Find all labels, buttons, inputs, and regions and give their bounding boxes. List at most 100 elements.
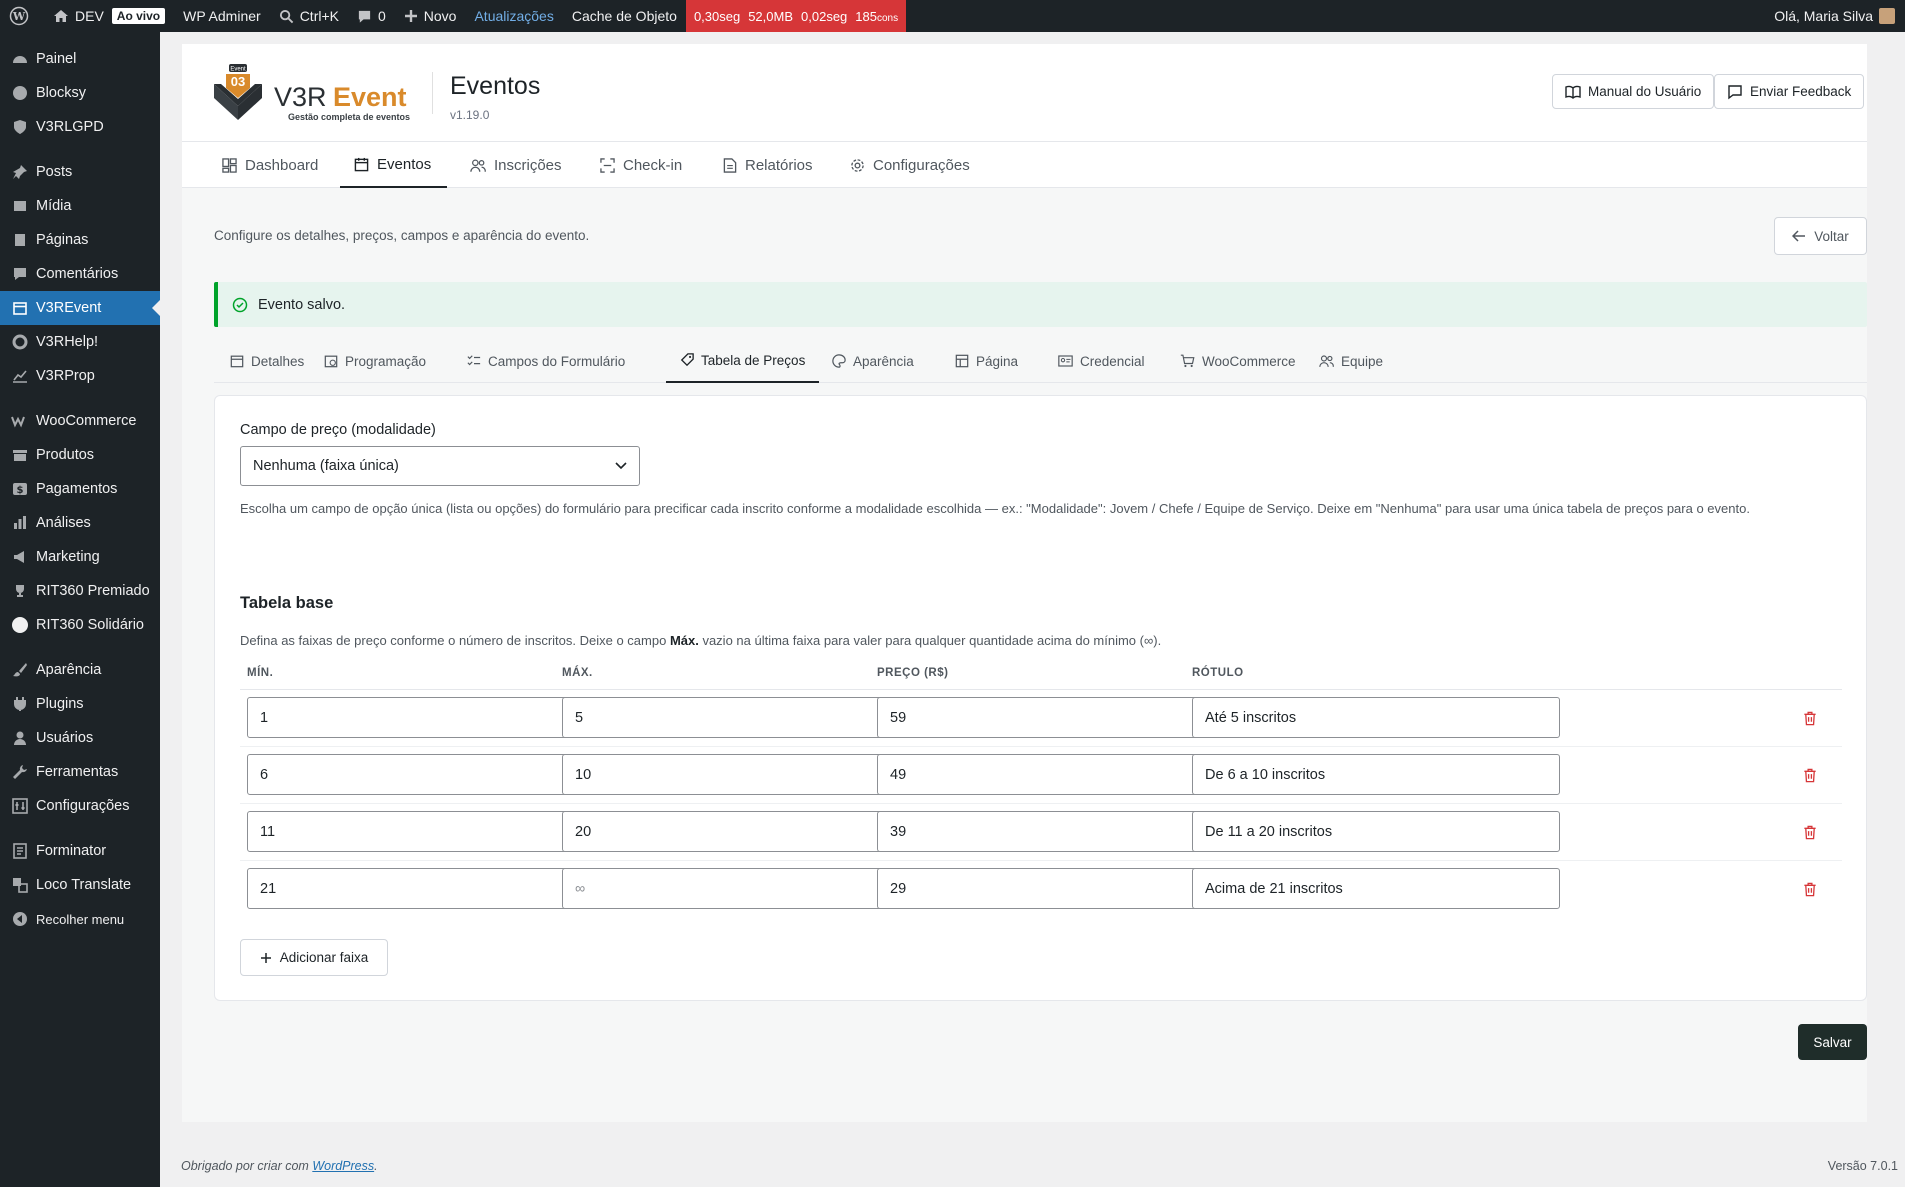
sidebar-item-blocksy[interactable]: Blocksy xyxy=(0,76,160,110)
wp-adminer-label: WP Adminer xyxy=(183,8,261,24)
sidebar-item-produtos[interactable]: Produtos xyxy=(0,438,160,472)
subtab-detalhes[interactable]: Detalhes xyxy=(222,339,312,383)
user-manual-button[interactable]: Manual do Usuário xyxy=(1552,74,1715,109)
price-field-select[interactable]: Nenhuma (faixa única) xyxy=(240,446,640,486)
min-input[interactable] xyxy=(247,868,615,909)
sidebar-item-comentarios[interactable]: Comentários xyxy=(0,257,160,291)
subtab-credencial[interactable]: Credencial xyxy=(1050,339,1153,383)
sidebar-item-usuarios[interactable]: Usuários xyxy=(0,721,160,755)
object-cache-link[interactable]: Cache de Objeto xyxy=(563,0,686,32)
sidebar-item-analises[interactable]: Análises xyxy=(0,506,160,540)
sidebar-item-v3rlgpd[interactable]: V3RLGPD xyxy=(0,110,160,144)
v3revent-logo[interactable]: Event 03 V3R Event Gestão completa de ev… xyxy=(212,62,422,128)
subtab-programacao[interactable]: Programação xyxy=(316,339,434,383)
sidebar-item-pagamentos[interactable]: $ Pagamentos xyxy=(0,472,160,506)
sidebar-item-label: Posts xyxy=(36,164,73,180)
label-input[interactable] xyxy=(1192,868,1560,909)
tab-configuracoes[interactable]: Configurações xyxy=(850,142,970,188)
query-monitor-stats[interactable]: 0,30seg 52,0MB 0,02seg 185cons xyxy=(685,0,907,32)
column-header-max: MÁX. xyxy=(562,667,593,679)
subtab-campos-do-formulario[interactable]: Campos do Formulário xyxy=(459,339,633,383)
delete-row-button[interactable] xyxy=(1800,822,1820,842)
tab-check-in[interactable]: Check-in xyxy=(600,142,682,188)
tab-relatorios[interactable]: Relatórios xyxy=(723,142,813,188)
max-input[interactable] xyxy=(562,697,930,738)
subtab-equipe[interactable]: Equipe xyxy=(1311,339,1391,383)
wordpress-link[interactable]: WordPress xyxy=(312,1159,374,1173)
site-name-link[interactable]: DEV Ao vivo xyxy=(44,0,174,32)
account-menu[interactable]: Olá, Maria Silva xyxy=(1774,8,1905,24)
subtab-label: Equipe xyxy=(1341,353,1384,369)
label-input[interactable] xyxy=(1192,811,1560,852)
send-feedback-button[interactable]: Enviar Feedback xyxy=(1714,74,1865,109)
sidebar-item-paginas[interactable]: Páginas xyxy=(0,223,160,257)
sidebar-item-rit360-premiado[interactable]: RIT360 Premiado xyxy=(0,574,160,608)
price-input[interactable] xyxy=(877,811,1245,852)
user-manual-label: Manual do Usuário xyxy=(1588,84,1702,99)
tab-dashboard[interactable]: Dashboard xyxy=(222,142,318,188)
subtab-woocommerce[interactable]: WooCommerce xyxy=(1172,339,1304,383)
label-input[interactable] xyxy=(1192,754,1560,795)
description-bold: Máx. xyxy=(669,633,699,648)
sidebar-item-marketing[interactable]: Marketing xyxy=(0,540,160,574)
wordpress-logo-icon: W xyxy=(9,6,29,26)
sidebar-item-label: Análises xyxy=(36,515,91,531)
sidebar-item-label: Comentários xyxy=(36,266,119,282)
sidebar-item-posts[interactable]: Posts xyxy=(0,155,160,189)
sidebar-item-v3revent[interactable]: V3REvent xyxy=(0,291,160,325)
success-notice: Evento salvo. xyxy=(214,282,1867,327)
sidebar-item-rit360-solidario[interactable]: RIT360 Solidário xyxy=(0,608,160,642)
max-input[interactable] xyxy=(562,754,930,795)
sidebar-item-label: RIT360 Premiado xyxy=(36,583,150,599)
users-icon xyxy=(1319,355,1334,367)
sidebar-item-forminator[interactable]: Forminator xyxy=(0,834,160,868)
subtab-label: Programação xyxy=(345,353,427,369)
tab-label: Check-in xyxy=(623,156,683,174)
brush-icon xyxy=(10,660,30,680)
wp-adminer-link[interactable]: WP Adminer xyxy=(174,0,270,32)
add-tier-button[interactable]: Adicionar faixa xyxy=(240,939,388,976)
subtab-pagina[interactable]: Página xyxy=(947,339,1026,383)
delete-row-button[interactable] xyxy=(1800,708,1820,728)
comments-link[interactable]: 0 xyxy=(348,0,395,32)
price-input[interactable] xyxy=(877,754,1245,795)
sidebar-item-woocommerce[interactable]: WooCommerce xyxy=(0,404,160,438)
trophy-icon xyxy=(10,581,30,601)
label-input[interactable] xyxy=(1192,697,1560,738)
sidebar-item-label: V3RHelp! xyxy=(36,334,99,350)
command-palette-button[interactable]: Ctrl+K xyxy=(270,0,348,32)
tab-eventos[interactable]: Eventos xyxy=(340,142,448,188)
min-input[interactable] xyxy=(247,754,615,795)
wordpress-logo-button[interactable]: W xyxy=(0,0,44,32)
price-input[interactable] xyxy=(877,868,1245,909)
price-input[interactable] xyxy=(877,697,1245,738)
subtab-aparencia[interactable]: Aparência xyxy=(824,339,922,383)
sidebar-item-recolher-menu[interactable]: Recolher menu xyxy=(0,902,160,936)
subtab-tabela-de-precos[interactable]: Tabela de Preços xyxy=(666,339,820,383)
table-row xyxy=(240,861,1842,918)
sidebar-item-v3rhelp[interactable]: V3RHelp! xyxy=(0,325,160,359)
back-button[interactable]: Voltar xyxy=(1774,217,1867,255)
max-input[interactable] xyxy=(562,811,930,852)
tab-inscricoes[interactable]: Inscrições xyxy=(470,142,562,188)
sidebar-item-painel[interactable]: Painel xyxy=(0,42,160,76)
sidebar-item-midia[interactable]: Mídia xyxy=(0,189,160,223)
delete-row-button[interactable] xyxy=(1800,765,1820,785)
sidebar-item-plugins[interactable]: Plugins xyxy=(0,687,160,721)
sidebar-item-configuracoes[interactable]: Configurações xyxy=(0,789,160,823)
max-input[interactable] xyxy=(562,868,930,909)
sidebar-item-v3rprop[interactable]: V3RProp xyxy=(0,359,160,393)
min-input[interactable] xyxy=(247,697,615,738)
delete-row-button[interactable] xyxy=(1800,879,1820,899)
sidebar-item-ferramentas[interactable]: Ferramentas xyxy=(0,755,160,789)
sidebar-item-aparencia[interactable]: Aparência xyxy=(0,653,160,687)
send-feedback-label: Enviar Feedback xyxy=(1750,84,1852,99)
new-content-link[interactable]: Novo xyxy=(395,0,466,32)
circle-icon xyxy=(10,615,30,635)
sidebar-item-label: Usuários xyxy=(36,730,94,746)
save-button[interactable]: Salvar xyxy=(1798,1024,1867,1060)
svg-text:$: $ xyxy=(17,485,24,496)
updates-link[interactable]: Atualizações xyxy=(465,0,562,32)
sidebar-item-loco-translate[interactable]: Loco Translate xyxy=(0,868,160,902)
min-input[interactable] xyxy=(247,811,615,852)
